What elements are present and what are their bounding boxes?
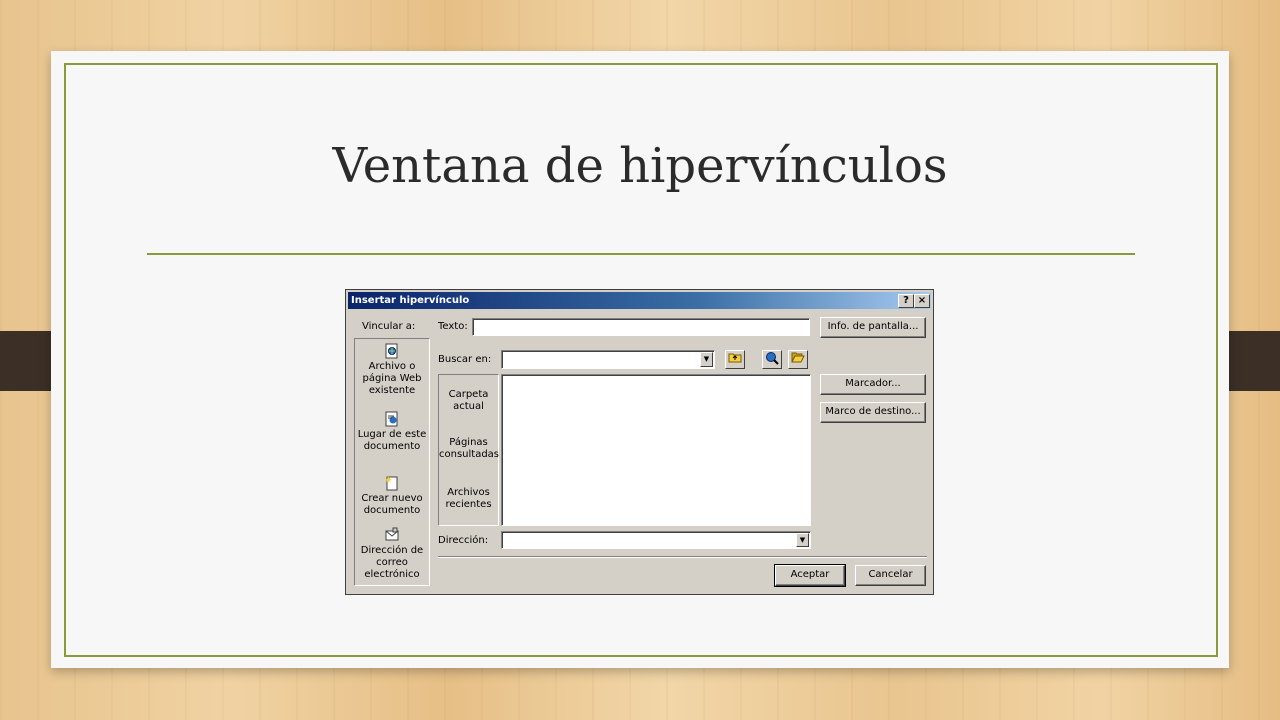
up-folder-icon — [728, 353, 742, 366]
target-frame-button[interactable]: Marco de destino... — [820, 402, 926, 423]
place-recent-files[interactable]: Archivos recientes — [439, 487, 498, 511]
link-item-web-file[interactable]: Archivo o página Web existente — [355, 343, 429, 397]
link-item-label: Dirección de correo electrónico — [360, 545, 424, 580]
screentip-button[interactable]: Info. de pantalla... — [820, 317, 926, 338]
look-in-combo[interactable]: ▼ — [501, 350, 715, 369]
slide-title: Ventana de hipervínculos — [332, 138, 948, 194]
up-folder-button[interactable] — [725, 350, 745, 369]
link-to-label: Vincular a: — [362, 321, 416, 332]
text-label: Texto: — [438, 321, 468, 332]
separator — [438, 556, 927, 558]
dialog-titlebar: Insertar hipervínculo ? × — [348, 292, 931, 309]
address-combo[interactable]: ▼ — [501, 531, 811, 549]
link-item-email[interactable]: Dirección de correo electrónico — [355, 527, 429, 581]
insert-hyperlink-dialog: Insertar hipervínculo ? × Vincular a: Ar… — [345, 289, 934, 595]
file-list[interactable] — [501, 374, 811, 526]
link-item-label: Lugar de este documento — [357, 429, 427, 452]
browse-web-icon — [765, 352, 779, 368]
ok-button[interactable]: Aceptar — [774, 564, 846, 587]
bookmark-button[interactable]: Marcador... — [820, 374, 926, 395]
cancel-button[interactable]: Cancelar — [855, 565, 926, 586]
dialog-title: Insertar hipervínculo — [351, 295, 470, 306]
places-bar: Carpeta actual Páginas consultadas Archi… — [438, 374, 499, 526]
title-rule — [147, 253, 1135, 255]
link-item-document-place[interactable]: Lugar de este documento — [355, 411, 429, 453]
place-current-folder[interactable]: Carpeta actual — [439, 389, 498, 413]
look-in-label: Buscar en: — [438, 354, 492, 365]
browse-file-icon — [791, 352, 805, 366]
link-to-bar: Archivo o página Web existente Lugar de … — [354, 338, 430, 586]
text-field[interactable] — [472, 318, 810, 336]
document-place-icon — [385, 411, 399, 427]
browse-web-button[interactable] — [762, 350, 782, 369]
place-browsed-pages[interactable]: Páginas consultadas — [439, 437, 499, 461]
chevron-down-icon[interactable]: ▼ — [796, 533, 809, 547]
web-file-icon — [385, 343, 399, 359]
help-button[interactable]: ? — [898, 294, 914, 308]
chevron-down-icon[interactable]: ▼ — [700, 352, 713, 367]
link-item-label: Archivo o página Web existente — [362, 361, 422, 396]
link-item-new-document[interactable]: Crear nuevo documento — [355, 475, 429, 517]
browse-file-button[interactable] — [788, 350, 808, 369]
link-item-label: Crear nuevo documento — [361, 493, 423, 516]
close-button[interactable]: × — [914, 294, 930, 308]
email-icon — [385, 527, 399, 543]
new-document-icon — [385, 475, 399, 491]
address-label: Dirección: — [438, 535, 489, 546]
